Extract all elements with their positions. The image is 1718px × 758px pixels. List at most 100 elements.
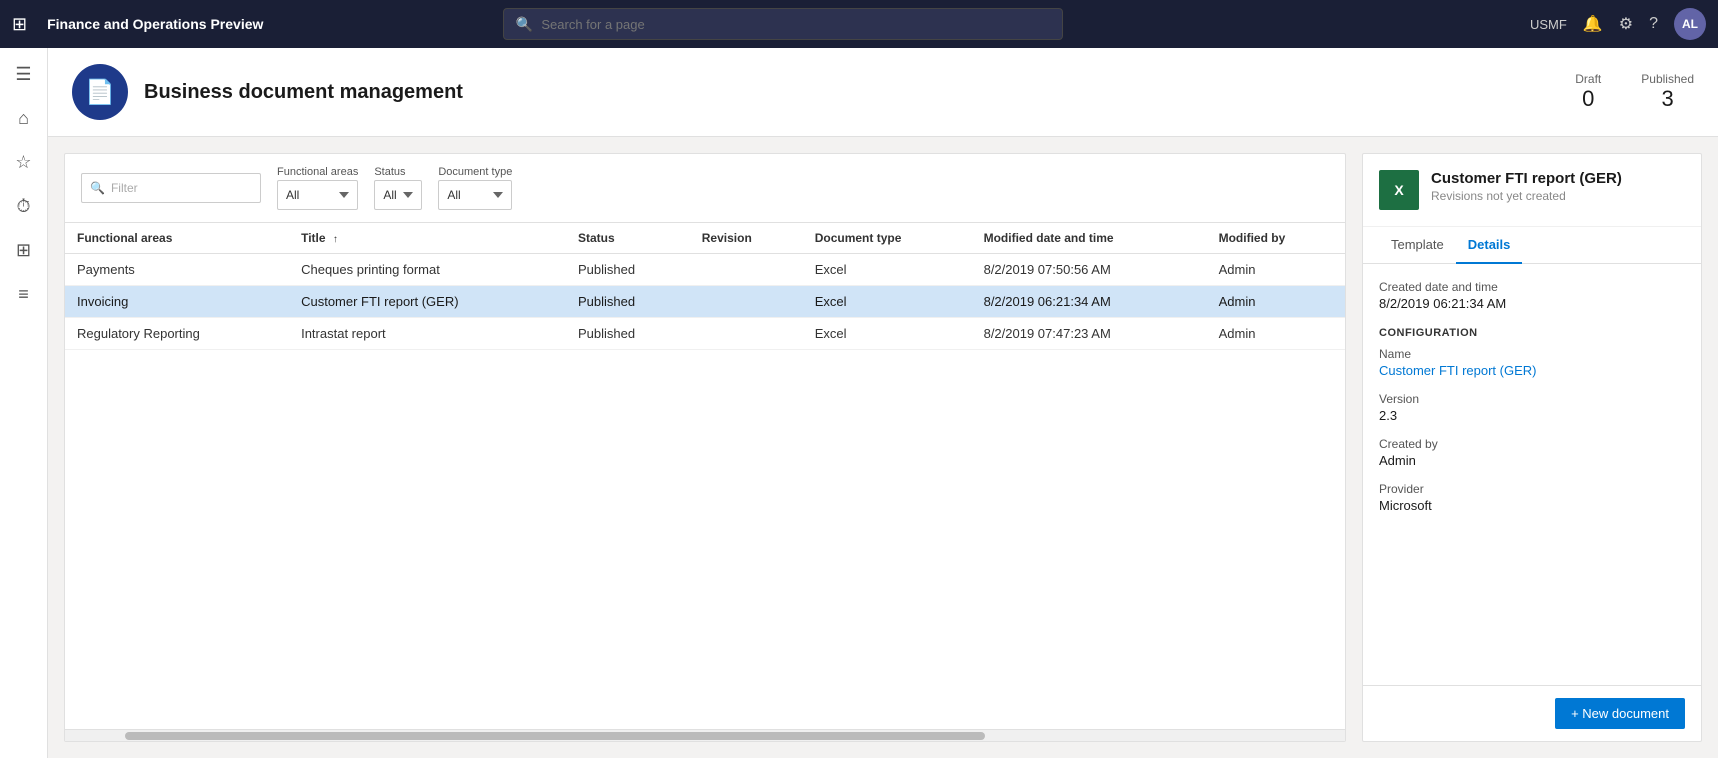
functional-areas-select[interactable]: All (277, 180, 358, 210)
functional-areas-filter: Functional areas All (277, 166, 358, 210)
status-filter: Status All (374, 166, 422, 210)
provider-field: Provider Microsoft (1379, 482, 1685, 513)
table-cell-row1-col0: Invoicing (65, 286, 289, 318)
help-icon[interactable]: ? (1649, 15, 1658, 33)
table-cell-row0-col3 (690, 254, 803, 286)
tab-template[interactable]: Template (1379, 227, 1456, 264)
created-datetime-value: 8/2/2019 06:21:34 AM (1379, 296, 1685, 311)
detail-footer: + New document (1363, 685, 1701, 741)
provider-value: Microsoft (1379, 498, 1685, 513)
col-header-document-type[interactable]: Document type (803, 223, 972, 254)
col-header-modified-datetime[interactable]: Modified date and time (972, 223, 1207, 254)
detail-panel: X Customer FTI report (GER) Revisions no… (1362, 153, 1702, 742)
table-body: PaymentsCheques printing formatPublished… (65, 254, 1345, 350)
configuration-section-title: CONFIGURATION (1379, 327, 1685, 339)
documents-table: Functional areas Title ↑ Status Revision… (65, 223, 1345, 350)
created-datetime-field: Created date and time 8/2/2019 06:21:34 … (1379, 280, 1685, 311)
table-row[interactable]: Regulatory ReportingIntrastat reportPubl… (65, 318, 1345, 350)
filter-input[interactable] (111, 181, 252, 195)
page-logo: 📄 (72, 64, 128, 120)
created-datetime-label: Created date and time (1379, 280, 1685, 294)
table-cell-row1-col6: Admin (1207, 286, 1345, 318)
detail-subtitle: Revisions not yet created (1431, 189, 1622, 203)
draft-count: 0 (1575, 86, 1601, 112)
name-label: Name (1379, 347, 1685, 361)
col-header-revision[interactable]: Revision (690, 223, 803, 254)
detail-tabs: Template Details (1363, 227, 1701, 264)
document-type-select[interactable]: All (438, 180, 512, 210)
table-cell-row2-col4: Excel (803, 318, 972, 350)
user-region: USMF (1530, 17, 1567, 32)
table-cell-row0-col5: 8/2/2019 07:50:56 AM (972, 254, 1207, 286)
top-nav: ⊞ Finance and Operations Preview 🔍 USMF … (0, 0, 1718, 48)
status-select[interactable]: All (374, 180, 422, 210)
search-icon: 🔍 (516, 16, 533, 33)
search-bar[interactable]: 🔍 (503, 8, 1063, 40)
table-cell-row0-col1: Cheques printing format (289, 254, 566, 286)
col-header-modified-by[interactable]: Modified by (1207, 223, 1345, 254)
created-by-value: Admin (1379, 453, 1685, 468)
page-stats: Draft 0 Published 3 (1575, 72, 1694, 112)
title-sort-icon: ↑ (333, 234, 338, 245)
filter-search-box[interactable]: 🔍 (81, 173, 261, 203)
sidebar: ☰ ⌂ ☆ ⏱ ⊞ ≡ (0, 48, 48, 758)
detail-excel-icon: X (1379, 170, 1419, 210)
table-cell-row0-col4: Excel (803, 254, 972, 286)
table-cell-row1-col3 (690, 286, 803, 318)
notification-icon[interactable]: 🔔 (1583, 14, 1603, 34)
draft-stat: Draft 0 (1575, 72, 1601, 112)
table-cell-row2-col3 (690, 318, 803, 350)
detail-header: X Customer FTI report (GER) Revisions no… (1363, 154, 1701, 227)
col-header-functional-areas[interactable]: Functional areas (65, 223, 289, 254)
table-row[interactable]: PaymentsCheques printing formatPublished… (65, 254, 1345, 286)
scrollbar-thumb[interactable] (125, 732, 985, 740)
nav-right: USMF 🔔 ⚙ ? AL (1530, 8, 1706, 40)
created-by-label: Created by (1379, 437, 1685, 451)
table-cell-row1-col1: Customer FTI report (GER) (289, 286, 566, 318)
table-cell-row0-col6: Admin (1207, 254, 1345, 286)
detail-body: Created date and time 8/2/2019 06:21:34 … (1363, 264, 1701, 685)
table-cell-row1-col5: 8/2/2019 06:21:34 AM (972, 286, 1207, 318)
filter-search-icon: 🔍 (90, 181, 105, 195)
functional-areas-label: Functional areas (277, 166, 358, 178)
version-field: Version 2.3 (1379, 392, 1685, 423)
detail-title: Customer FTI report (GER) (1431, 170, 1622, 187)
main-layout: ☰ ⌂ ☆ ⏱ ⊞ ≡ 📄 Business document manageme… (0, 48, 1718, 758)
sidebar-modules[interactable]: ≡ (6, 276, 42, 312)
document-type-filter: Document type All (438, 166, 512, 210)
sidebar-workspaces[interactable]: ⊞ (6, 232, 42, 268)
data-table: Functional areas Title ↑ Status Revision… (65, 223, 1345, 729)
page-logo-icon: 📄 (85, 78, 115, 107)
col-header-title[interactable]: Title ↑ (289, 223, 566, 254)
user-avatar[interactable]: AL (1674, 8, 1706, 40)
published-label: Published (1641, 72, 1694, 86)
horizontal-scrollbar[interactable] (65, 729, 1345, 741)
app-grid-icon[interactable]: ⊞ (12, 14, 27, 35)
sidebar-recent[interactable]: ⏱ (6, 188, 42, 224)
detail-header-text: Customer FTI report (GER) Revisions not … (1431, 170, 1622, 203)
table-header-row: Functional areas Title ↑ Status Revision… (65, 223, 1345, 254)
table-cell-row0-col2: Published (566, 254, 690, 286)
status-label: Status (374, 166, 422, 178)
settings-icon[interactable]: ⚙ (1619, 14, 1633, 34)
document-type-label: Document type (438, 166, 512, 178)
table-cell-row2-col5: 8/2/2019 07:47:23 AM (972, 318, 1207, 350)
table-cell-row1-col4: Excel (803, 286, 972, 318)
search-input[interactable] (541, 17, 1050, 32)
col-header-status[interactable]: Status (566, 223, 690, 254)
table-cell-row1-col2: Published (566, 286, 690, 318)
published-count: 3 (1641, 86, 1694, 112)
sidebar-favorites[interactable]: ☆ (6, 144, 42, 180)
table-cell-row2-col1: Intrastat report (289, 318, 566, 350)
sidebar-home[interactable]: ⌂ (6, 100, 42, 136)
table-cell-row2-col2: Published (566, 318, 690, 350)
tab-details[interactable]: Details (1456, 227, 1523, 264)
table-row[interactable]: InvoicingCustomer FTI report (GER)Publis… (65, 286, 1345, 318)
main-content: 📄 Business document management Draft 0 P… (48, 48, 1718, 758)
version-label: Version (1379, 392, 1685, 406)
new-document-button[interactable]: + New document (1555, 698, 1685, 729)
page-header: 📄 Business document management Draft 0 P… (48, 48, 1718, 137)
name-value[interactable]: Customer FTI report (GER) (1379, 363, 1536, 378)
sidebar-hamburger[interactable]: ☰ (6, 56, 42, 92)
name-field: Name Customer FTI report (GER) (1379, 347, 1685, 378)
